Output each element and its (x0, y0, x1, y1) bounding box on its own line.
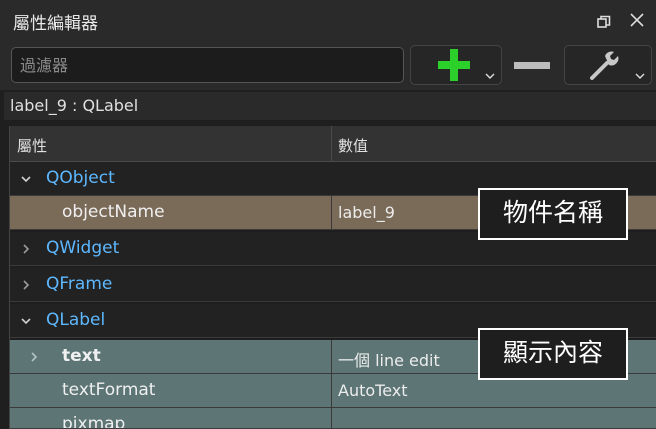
property-label: textFormat (62, 380, 156, 400)
group-label: QObject (46, 168, 115, 188)
panel-title: 屬性編輯器 (13, 14, 98, 34)
column-divider (331, 374, 332, 407)
property-value[interactable]: AutoText (338, 381, 408, 400)
annotation-display-content: 顯示內容 (478, 328, 628, 380)
column-divider (331, 408, 332, 428)
chevron-right-icon[interactable] (29, 352, 39, 362)
property-row-pixmap[interactable]: pixmap (10, 408, 656, 429)
chevron-down-icon (635, 73, 645, 79)
panel-titlebar: 屬性編輯器 (0, 0, 656, 42)
column-header-value[interactable]: 數值 (338, 135, 368, 156)
chevron-down-icon (485, 73, 495, 79)
group-row-qframe[interactable]: QFrame (10, 268, 656, 302)
column-divider (331, 196, 332, 229)
object-class-label: label_9 : QLabel (4, 92, 656, 120)
property-label: text (62, 346, 101, 366)
add-property-button[interactable] (410, 45, 502, 85)
column-divider[interactable] (331, 126, 332, 162)
column-divider (331, 340, 332, 373)
chevron-right-icon[interactable] (21, 244, 31, 254)
toolbar (0, 42, 656, 90)
property-value[interactable]: label_9 (338, 203, 395, 222)
chevron-right-icon[interactable] (21, 280, 31, 290)
remove-property-button[interactable] (506, 45, 556, 85)
group-label: QFrame (46, 274, 113, 294)
property-label: pixmap (62, 414, 126, 429)
float-icon[interactable] (597, 14, 611, 28)
property-label: objectName (62, 202, 165, 222)
object-name-class: label_9 : QLabel (10, 96, 139, 115)
chevron-down-icon[interactable] (21, 316, 31, 326)
wrench-icon (590, 51, 619, 80)
plus-icon (438, 49, 470, 81)
property-value[interactable]: 一個 line edit (338, 347, 440, 371)
column-header-property[interactable]: 屬性 (17, 135, 47, 156)
property-table: 屬性 數值 QObject objectName label_9 QWidget… (9, 126, 656, 429)
minus-icon (514, 62, 550, 69)
filter-field[interactable] (11, 47, 404, 83)
annotation-object-name: 物件名稱 (478, 188, 628, 240)
table-header: 屬性 數值 (10, 126, 656, 162)
configure-button[interactable] (564, 45, 652, 85)
group-label: QLabel (46, 310, 106, 330)
chevron-down-icon[interactable] (21, 174, 31, 184)
close-icon[interactable] (629, 12, 645, 28)
filter-input[interactable] (12, 48, 403, 82)
group-label: QWidget (46, 238, 120, 258)
